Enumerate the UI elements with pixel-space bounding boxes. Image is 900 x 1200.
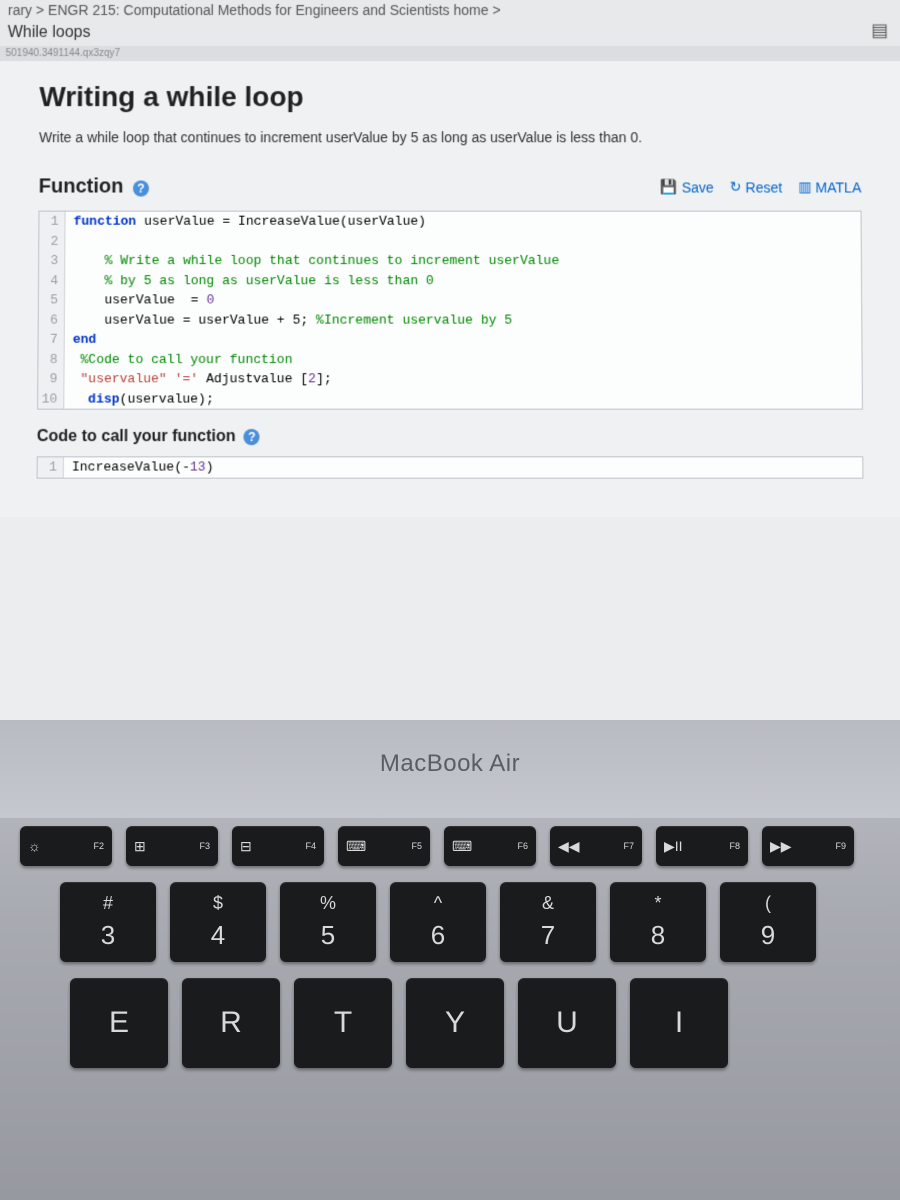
- problem-prompt: Write a while loop that continues to inc…: [39, 129, 861, 145]
- save-label: Save: [682, 179, 714, 195]
- code-line[interactable]: 7end: [39, 330, 862, 350]
- code-text[interactable]: IncreaseValue(-13): [64, 457, 214, 477]
- key-f5: ⌨F5: [338, 826, 430, 866]
- key-r: R: [182, 978, 280, 1068]
- code-text[interactable]: userValue = 0: [65, 290, 214, 310]
- sub-breadcrumb[interactable]: While loops: [8, 24, 91, 42]
- code-text[interactable]: "uservalue" '=' Adjustvalue [2];: [64, 369, 331, 389]
- key-i: I: [630, 978, 728, 1068]
- activity-id: 501940.3491144.qx3zqy7: [0, 46, 900, 61]
- key-9: (9: [720, 882, 816, 962]
- code-text[interactable]: % by 5 as long as userValue is less than…: [65, 271, 434, 291]
- key-y: Y: [406, 978, 504, 1068]
- code-line[interactable]: 9 "uservalue" '=' Adjustvalue [2];: [38, 369, 862, 389]
- page-icon[interactable]: ▤: [871, 20, 888, 41]
- reset-button[interactable]: ↻ Reset: [730, 178, 783, 195]
- line-number: 2: [39, 231, 65, 251]
- line-number: 3: [39, 251, 65, 271]
- code-line[interactable]: 8 %Code to call your function: [38, 349, 861, 369]
- key-4: $4: [170, 882, 266, 962]
- breadcrumb[interactable]: rary > ENGR 215: Computational Methods f…: [0, 0, 900, 20]
- function-key-row: ☼F2 ⊞F3 ⊟F4 ⌨F5 ⌨F6 ◀◀F7 ▶IIF8 ▶▶F9: [0, 818, 900, 874]
- line-number: 10: [38, 389, 64, 409]
- letter-key-row: ERTYUI: [0, 970, 900, 1076]
- line-number: 7: [39, 330, 65, 350]
- key-f4: ⊟F4: [232, 826, 324, 866]
- key-e: E: [70, 978, 168, 1068]
- number-key-row: #3$4%5^6&7*8(9: [0, 874, 900, 970]
- reset-icon: ↻: [730, 178, 742, 195]
- code-text[interactable]: disp(uservalue);: [64, 389, 214, 409]
- call-code-editor[interactable]: 1IncreaseValue(-13): [37, 456, 864, 478]
- help-icon[interactable]: ?: [244, 429, 260, 445]
- code-line[interactable]: 10 disp(uservalue);: [38, 389, 862, 409]
- key-8: *8: [610, 882, 706, 962]
- save-button[interactable]: 💾 Save: [660, 178, 714, 195]
- laptop-brand-label: MacBook Air: [0, 720, 900, 818]
- section-call-label: Code to call your function: [37, 428, 236, 446]
- docs-label: MATLA: [815, 179, 861, 195]
- key-6: ^6: [390, 882, 486, 962]
- page-title: Writing a while loop: [39, 81, 861, 113]
- function-code-editor[interactable]: 1function userValue = IncreaseValue(user…: [37, 211, 863, 410]
- code-text[interactable]: function userValue = IncreaseValue(userV…: [65, 212, 426, 232]
- save-icon: 💾: [660, 178, 678, 195]
- code-text[interactable]: % Write a while loop that continues to i…: [65, 251, 559, 271]
- key-f3: ⊞F3: [126, 826, 218, 866]
- line-number: 5: [39, 290, 65, 310]
- key-f8: ▶IIF8: [656, 826, 748, 866]
- key-5: %5: [280, 882, 376, 962]
- section-function-label: Function: [39, 175, 124, 197]
- book-icon: ▥: [798, 178, 811, 195]
- help-icon[interactable]: ?: [133, 180, 149, 196]
- line-number: 8: [38, 349, 64, 369]
- code-text[interactable]: %Code to call your function: [65, 349, 293, 369]
- line-number: 9: [38, 369, 64, 389]
- laptop-body: MacBook Air ☼F2 ⊞F3 ⊟F4 ⌨F5 ⌨F6 ◀◀F7 ▶IIF8 ▶▶F9…: [0, 720, 900, 1200]
- code-line[interactable]: 1function userValue = IncreaseValue(user…: [39, 212, 860, 232]
- code-line[interactable]: 4 % by 5 as long as userValue is less th…: [39, 271, 861, 291]
- reset-label: Reset: [745, 179, 782, 195]
- code-text[interactable]: [65, 231, 73, 251]
- code-line[interactable]: 2: [39, 231, 861, 251]
- code-line[interactable]: 6 userValue = userValue + 5; %Increment …: [39, 310, 862, 330]
- key-t: T: [294, 978, 392, 1068]
- line-number: 4: [39, 271, 65, 291]
- line-number: 1: [38, 457, 64, 477]
- code-line[interactable]: 5 userValue = 0: [39, 290, 861, 310]
- code-text[interactable]: userValue = userValue + 5; %Increment us…: [65, 310, 512, 330]
- line-number: 6: [39, 310, 65, 330]
- key-f9: ▶▶F9: [762, 826, 854, 866]
- key-f2: ☼F2: [20, 826, 112, 866]
- code-line[interactable]: 3 % Write a while loop that continues to…: [39, 251, 861, 271]
- key-f7: ◀◀F7: [550, 826, 642, 866]
- code-text[interactable]: end: [65, 330, 97, 350]
- code-line[interactable]: 1IncreaseValue(-13): [38, 457, 863, 477]
- docs-button[interactable]: ▥ MATLA: [798, 178, 861, 195]
- key-3: #3: [60, 882, 156, 962]
- key-u: U: [518, 978, 616, 1068]
- line-number: 1: [39, 212, 65, 232]
- key-7: &7: [500, 882, 596, 962]
- key-f6: ⌨F6: [444, 826, 536, 866]
